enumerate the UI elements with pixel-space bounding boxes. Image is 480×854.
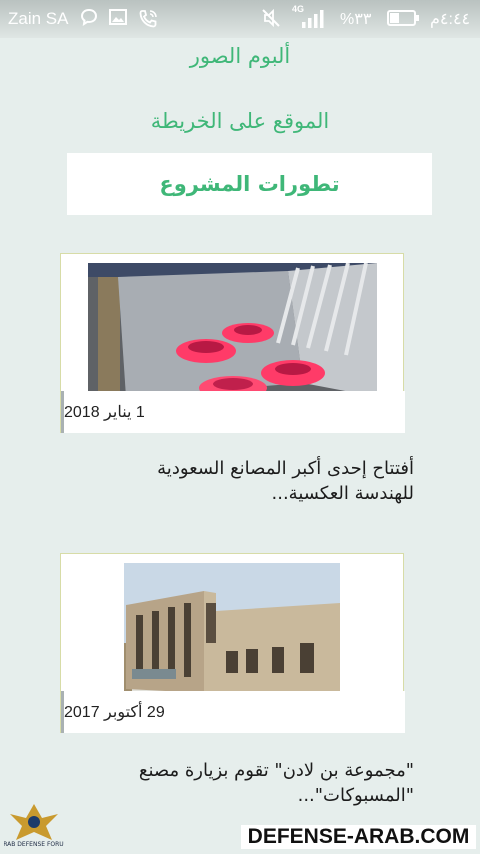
svg-text:ARAB DEFENSE FORUM: ARAB DEFENSE FORUM — [4, 841, 64, 848]
chat-bubble-icon — [80, 8, 98, 26]
news-headline[interactable]: أفتتاح إحدى أكبر المصانع السعودية للهندس… — [40, 456, 414, 506]
battery-icon — [387, 10, 419, 26]
watermark-site: DEFENSE-ARAB.COM — [241, 825, 476, 849]
arab-defense-forum-logo: ARAB DEFENSE FORUM — [4, 804, 64, 848]
battery-percentage: %٣٣ — [340, 11, 372, 28]
clock: ٤:٤٤م — [430, 11, 471, 28]
news-headline[interactable]: "مجموعة بن لادن" تقوم بزيارة مصنع "المسب… — [40, 758, 414, 808]
news-date: 29 أكتوبر 2017 — [61, 691, 405, 733]
signal-icon — [302, 10, 324, 28]
image-icon — [109, 9, 127, 25]
phone-call-icon — [139, 10, 157, 28]
news-date: 1 يناير 2018 — [61, 391, 405, 433]
mute-icon — [262, 8, 280, 28]
news-headline-line: للهندسة العكسية... — [271, 483, 415, 504]
news-photo — [88, 263, 377, 397]
project-updates-tab[interactable]: تطورات المشروع — [67, 153, 432, 215]
news-headline-line: "مجموعة بن لادن" تقوم بزيارة مصنع — [138, 760, 414, 781]
project-updates-label: تطورات المشروع — [159, 172, 340, 196]
carrier-name: Zain SA — [8, 9, 69, 28]
news-card[interactable]: 1 يناير 2018 — [60, 253, 405, 433]
news-headline-line: "المسبوكات"... — [297, 785, 414, 806]
photo-album-link[interactable]: ألبوم الصور — [0, 44, 480, 68]
map-location-link[interactable]: الموقع على الخريطة — [0, 109, 480, 133]
news-card[interactable]: 29 أكتوبر 2017 — [60, 553, 405, 733]
news-headline-line: أفتتاح إحدى أكبر المصانع السعودية — [157, 458, 414, 479]
status-bar: Zain SA 4G %٣٣ ٤:٤٤م — [0, 0, 480, 38]
